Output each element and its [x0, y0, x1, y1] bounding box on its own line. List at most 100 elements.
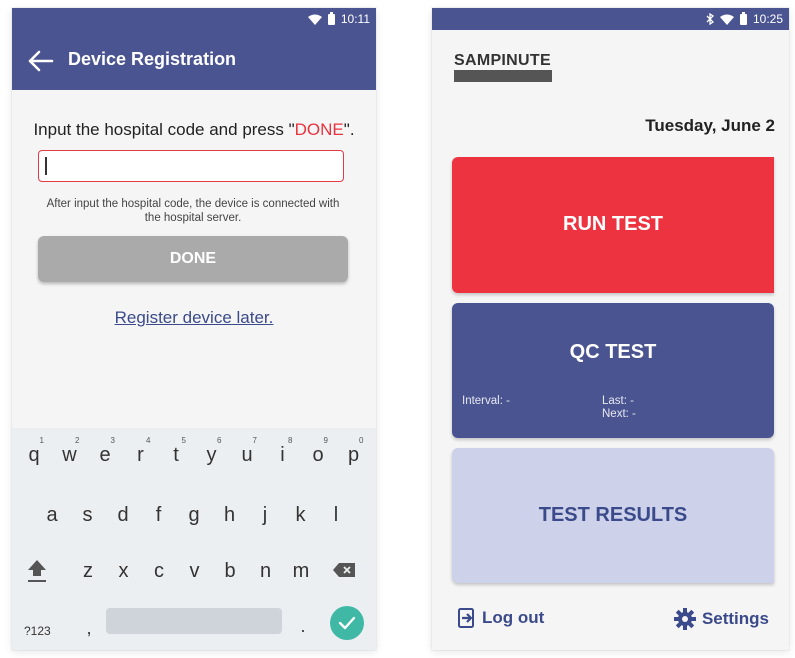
- shift-key[interactable]: [26, 558, 48, 589]
- key-z[interactable]: z: [72, 550, 104, 590]
- key-letter: j: [262, 504, 268, 526]
- key-f[interactable]: f: [143, 494, 175, 534]
- key-letter: z: [83, 560, 93, 582]
- key-letter: r: [137, 444, 144, 466]
- bluetooth-icon: [706, 13, 714, 25]
- qc-interval-text: Interval: -: [462, 395, 510, 407]
- status-bar: 10:11: [12, 8, 376, 30]
- key-letter: g: [188, 504, 200, 526]
- soft-keyboard: 1q2w3e4r5t6y7u8i9o0p a s d f g h j k l z x c v b nm ?…: [12, 428, 376, 650]
- home-screen: 10:25 SAMPINUTE Tuesday, June 2 RUN TEST…: [432, 8, 789, 650]
- key-p[interactable]: 0p: [338, 434, 370, 474]
- key-l[interactable]: l: [320, 494, 352, 534]
- key-letter: y: [206, 444, 217, 466]
- settings-label: Settings: [701, 609, 769, 628]
- instruction-suffix: ".: [343, 120, 355, 139]
- period-key[interactable]: .: [298, 616, 308, 637]
- key-v[interactable]: v: [179, 550, 211, 590]
- symbols-key[interactable]: ?123: [24, 624, 64, 638]
- key-s[interactable]: s: [72, 494, 104, 534]
- hint-text: After input the hospital code, the devic…: [46, 198, 340, 224]
- hospital-code-input[interactable]: [38, 150, 344, 182]
- key-letter: e: [99, 444, 111, 466]
- gear-icon: [673, 608, 696, 630]
- key-u[interactable]: 7u: [231, 434, 263, 474]
- qc-test-label: QC TEST: [569, 341, 657, 363]
- key-letter: u: [241, 444, 253, 466]
- done-button[interactable]: DONE: [38, 236, 348, 282]
- key-letter: c: [154, 560, 164, 582]
- key-o[interactable]: 9o: [302, 434, 334, 474]
- key-letter: s: [82, 504, 93, 526]
- key-letter: p: [347, 444, 360, 466]
- key-x[interactable]: x: [108, 550, 140, 590]
- key-letter: h: [223, 504, 236, 526]
- key-letter: o: [312, 444, 324, 466]
- battery-icon: [739, 11, 747, 25]
- key-t[interactable]: 5t: [160, 434, 192, 474]
- qc-test-button[interactable]: QC TEST Interval: - Last: - Next: -: [452, 303, 774, 438]
- key-g[interactable]: g: [178, 494, 210, 534]
- logo-bar: [454, 70, 552, 82]
- text-caret: [45, 157, 47, 175]
- key-e[interactable]: 3e: [89, 434, 121, 474]
- comma-key[interactable]: ,: [82, 618, 96, 639]
- key-y[interactable]: 6y: [196, 434, 228, 474]
- key-letter: x: [118, 560, 129, 582]
- key-a[interactable]: a: [36, 494, 68, 534]
- key-letter: v: [189, 560, 200, 582]
- space-key[interactable]: [106, 608, 282, 634]
- registration-screen: 10:11 Device Registration Input the hosp…: [12, 8, 376, 650]
- logo-text: SAMPINUTE: [454, 52, 551, 69]
- status-bar: 10:25: [432, 8, 789, 30]
- qc-next-text: Next: -: [602, 408, 636, 420]
- run-test-button[interactable]: RUN TEST: [452, 157, 774, 293]
- key-n[interactable]: n: [250, 550, 282, 590]
- wifi-icon: [719, 14, 734, 25]
- key-letter: a: [46, 504, 58, 526]
- key-i[interactable]: 8i: [267, 434, 299, 474]
- key-letter: k: [295, 504, 306, 526]
- key-k[interactable]: k: [285, 494, 317, 534]
- key-r[interactable]: 4r: [125, 434, 157, 474]
- logout-label: Log out: [482, 608, 545, 627]
- page-title: Device Registration: [68, 49, 237, 69]
- logout-button[interactable]: Log out: [458, 608, 544, 628]
- key-d[interactable]: d: [107, 494, 139, 534]
- run-test-label: RUN TEST: [563, 213, 663, 235]
- date-text: Tuesday, June 2: [645, 116, 775, 135]
- battery-icon: [327, 11, 335, 25]
- status-time: 10:11: [340, 12, 370, 26]
- key-j[interactable]: j: [249, 494, 281, 534]
- qc-last-text: Last: -: [602, 395, 634, 407]
- instruction-done-word: DONE: [294, 120, 344, 139]
- key-h[interactable]: h: [214, 494, 246, 534]
- test-results-button[interactable]: TEST RESULTS: [452, 448, 774, 583]
- qc-last-next: Last: - Next: -: [602, 395, 636, 421]
- instruction-text: Input the hospital code and press "DONE"…: [12, 120, 376, 140]
- backspace-key[interactable]: [332, 562, 356, 583]
- key-m[interactable]: m: [285, 550, 317, 590]
- status-time: 10:25: [752, 12, 783, 26]
- key-letter: m: [292, 560, 310, 582]
- key-w[interactable]: 2w: [54, 434, 86, 474]
- key-q[interactable]: 1q: [18, 434, 50, 474]
- key-letter: b: [224, 560, 236, 582]
- settings-button[interactable]: Settings: [673, 608, 769, 630]
- test-results-label: TEST RESULTS: [538, 504, 688, 526]
- register-later-link[interactable]: Register device later.: [12, 308, 376, 328]
- key-letter: q: [28, 444, 40, 466]
- key-letter: f: [155, 504, 162, 526]
- wifi-icon: [307, 14, 322, 25]
- key-letter: t: [173, 444, 179, 466]
- key-letter: l: [333, 504, 339, 526]
- key-letter: w: [62, 444, 77, 466]
- enter-key[interactable]: [330, 606, 364, 640]
- key-letter: d: [117, 504, 129, 526]
- key-b[interactable]: b: [214, 550, 246, 590]
- app-bar: 10:11 Device Registration: [12, 8, 376, 90]
- back-arrow-icon[interactable]: [28, 50, 54, 72]
- instruction-prefix: Input the hospital code and press ": [33, 120, 295, 139]
- key-c[interactable]: c: [143, 550, 175, 590]
- checkmark-icon: [338, 616, 356, 630]
